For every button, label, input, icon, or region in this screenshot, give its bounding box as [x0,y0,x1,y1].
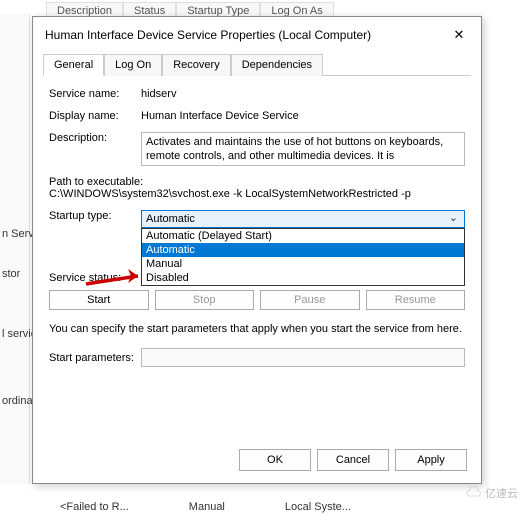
ok-button[interactable]: OK [239,449,311,471]
label-description: Description: [49,132,141,144]
pause-button[interactable]: Pause [260,290,360,310]
help-text: You can specify the start parameters tha… [49,322,465,336]
option-disabled[interactable]: Disabled [142,271,464,285]
properties-dialog: Human Interface Device Service Propertie… [32,16,482,484]
close-button[interactable]: ✕ [441,23,477,47]
watermark-text: 亿速云 [485,485,518,501]
titlebar: Human Interface Device Service Propertie… [33,17,481,53]
tab-recovery[interactable]: Recovery [162,54,230,76]
close-icon: ✕ [454,27,465,43]
value-path: C:\WINDOWS\system32\svchost.exe -k Local… [49,188,465,200]
tab-logon[interactable]: Log On [104,54,162,76]
bg-side-text: ordinat [2,395,36,407]
startup-type-dropdown: Automatic (Delayed Start) Automatic Manu… [141,228,465,286]
tab-dependencies[interactable]: Dependencies [231,54,323,76]
label-display-name: Display name: [49,110,141,122]
label-path: Path to executable: [49,176,465,188]
label-start-params: Start parameters: [49,352,141,364]
cloud-icon [465,486,483,500]
dialog-footer: OK Cancel Apply [239,449,467,471]
bg-cell: Local Syste... [285,501,351,513]
option-automatic-delayed[interactable]: Automatic (Delayed Start) [142,229,464,243]
label-service-name: Service name: [49,88,141,100]
label-startup-type: Startup type: [49,210,141,222]
label-service-status: Service status: [49,272,141,284]
tab-body-general: Service name: hidserv Display name: Huma… [33,76,481,379]
bg-left-strip [0,14,30,484]
option-automatic[interactable]: Automatic [142,243,464,257]
tabs: General Log On Recovery Dependencies [43,53,471,76]
bg-bottom-row: <Failed to R... Manual Local Syste... [60,501,351,513]
startup-type-select[interactable]: Automatic [141,210,465,228]
dialog-title: Human Interface Device Service Propertie… [45,28,371,42]
apply-button[interactable]: Apply [395,449,467,471]
cancel-button[interactable]: Cancel [317,449,389,471]
bg-cell: Manual [189,501,225,513]
option-manual[interactable]: Manual [142,257,464,271]
bg-side-text: stor [2,268,20,280]
start-params-input[interactable] [141,348,465,367]
tab-general[interactable]: General [43,54,104,76]
stop-button[interactable]: Stop [155,290,255,310]
watermark: 亿速云 [465,485,518,501]
bg-cell: <Failed to R... [60,501,129,513]
value-service-name: hidserv [141,88,465,100]
description-box[interactable]: Activates and maintains the use of hot b… [141,132,465,166]
resume-button[interactable]: Resume [366,290,466,310]
start-button[interactable]: Start [49,290,149,310]
value-display-name: Human Interface Device Service [141,110,465,122]
